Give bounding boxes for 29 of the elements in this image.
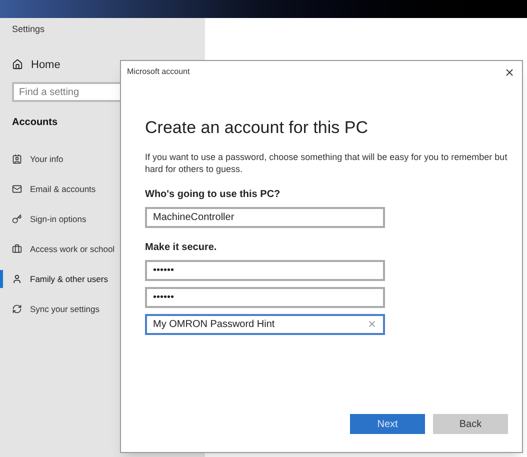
- sidebar-item[interactable]: Sign-in options: [12, 212, 86, 226]
- person-icon: [12, 274, 22, 284]
- contact-card-icon: [12, 154, 22, 164]
- field-label: Who's going to use this PC?: [145, 188, 280, 202]
- input-field[interactable]: ••••••: [145, 286, 385, 308]
- next-button[interactable]: Next: [350, 414, 425, 434]
- dialog-heading: Create an account for this PC: [145, 117, 368, 139]
- description-text: If you want to use a password, choose something that will be easy for you to remember but hard for others to guess.: [145, 150, 508, 174]
- mail-icon: [12, 184, 22, 194]
- sidebar-item[interactable]: Sync your settings: [12, 302, 100, 316]
- clear-icon[interactable]: [367, 319, 377, 329]
- sidebar-item[interactable]: Your info: [12, 152, 64, 166]
- input-field[interactable]: ••••••: [145, 260, 385, 280]
- sidebar-item[interactable]: Email & accounts: [12, 182, 96, 196]
- briefcase-icon: [12, 244, 22, 254]
- section-title: Accounts: [12, 116, 58, 130]
- sidebar-item[interactable]: Access work or school: [12, 242, 115, 256]
- sidebar-item[interactable]: Family & other users: [12, 272, 108, 286]
- key-icon: [12, 214, 22, 224]
- back-button[interactable]: Back: [433, 414, 508, 434]
- input-field[interactable]: My OMRON Password Hint: [145, 314, 385, 334]
- home-icon: [12, 59, 23, 70]
- sync-icon: [12, 304, 22, 314]
- window-title: Settings: [12, 23, 45, 36]
- input-field[interactable]: MachineController: [145, 206, 385, 228]
- close-icon: [504, 66, 514, 78]
- field-label: Make it secure.: [145, 240, 217, 254]
- dialog-title: Microsoft account: [127, 66, 190, 78]
- home-link[interactable]: Home: [12, 56, 60, 73]
